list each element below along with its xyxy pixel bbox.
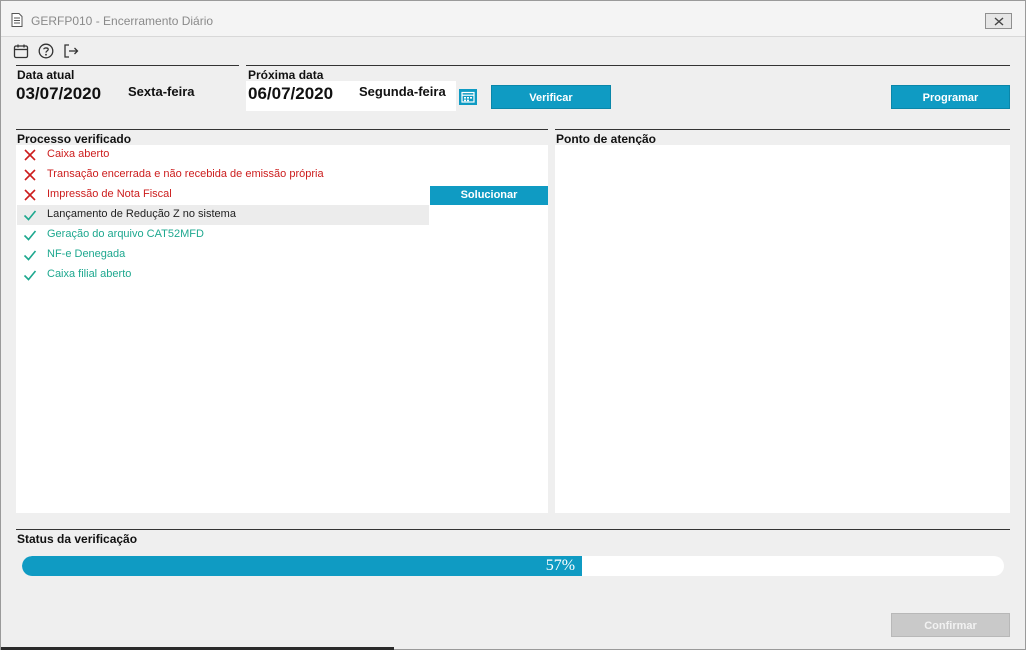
attention-panel — [555, 145, 1010, 513]
toolbar — [1, 38, 1025, 64]
close-icon — [994, 17, 1004, 26]
status-label: Status da verificação — [17, 532, 138, 546]
list-item-label: Geração do arquivo CAT52MFD — [47, 228, 204, 240]
list-item[interactable]: Lançamento de Redução Z no sistema — [17, 205, 429, 225]
next-date-label: Próxima data — [248, 68, 324, 82]
next-date-rule — [246, 65, 1010, 66]
schedule-button[interactable]: Programar — [891, 85, 1010, 109]
window-title: GERFP010 - Encerramento Diário — [31, 14, 214, 28]
confirm-button[interactable]: Confirmar — [891, 613, 1010, 637]
document-icon — [11, 13, 23, 27]
progress-text: 57% — [545, 557, 576, 574]
calendar-icon[interactable] — [13, 43, 29, 59]
next-day-name: Segunda-feira — [359, 84, 446, 99]
help-icon[interactable] — [38, 43, 54, 59]
title-bar: GERFP010 - Encerramento Diário — [1, 1, 1025, 37]
list-item[interactable]: NF-e Denegada — [17, 245, 429, 265]
attention-label: Ponto de atenção — [556, 132, 657, 146]
verify-button[interactable]: Verificar — [491, 85, 611, 109]
error-x-icon — [24, 169, 36, 181]
process-rule — [16, 129, 548, 130]
main-window: GERFP010 - Encerramento Diário Data atua… — [0, 0, 1026, 650]
current-date-label: Data atual — [17, 68, 75, 82]
next-date-value: 06/07/2020 — [248, 84, 334, 103]
attention-rule — [555, 129, 1010, 130]
list-item-label: NF-e Denegada — [47, 248, 126, 260]
list-item[interactable]: Impressão de Nota Fiscal — [17, 185, 429, 205]
status-rule — [16, 529, 1010, 530]
progress-fill — [22, 556, 582, 576]
progress-bar: 57% — [22, 556, 1004, 576]
check-icon — [23, 270, 37, 281]
list-item[interactable]: Geração do arquivo CAT52MFD — [17, 225, 429, 245]
check-icon — [23, 250, 37, 261]
list-item[interactable]: Caixa filial aberto — [17, 265, 429, 285]
current-day-name: Sexta-feira — [128, 84, 195, 99]
list-item[interactable]: Transação encerrada e não recebida de em… — [17, 165, 429, 185]
next-date-field[interactable]: 06/07/2020 Segunda-feira — [246, 81, 456, 111]
current-date-rule — [16, 65, 239, 66]
check-icon — [23, 230, 37, 241]
error-x-icon — [24, 189, 36, 201]
check-icon — [23, 210, 37, 221]
list-item[interactable]: Caixa aberto — [17, 145, 429, 165]
current-date-value: 03/07/2020 — [16, 84, 102, 103]
list-item-label: Impressão de Nota Fiscal — [47, 188, 172, 200]
process-label: Processo verificado — [17, 132, 132, 146]
list-item-label: Caixa aberto — [47, 148, 110, 160]
close-button[interactable] — [985, 13, 1012, 29]
date-picker-icon[interactable] — [459, 89, 477, 105]
solve-button[interactable]: Solucionar — [430, 186, 548, 205]
error-x-icon — [24, 149, 36, 161]
exit-icon[interactable] — [63, 43, 79, 59]
list-item-label: Lançamento de Redução Z no sistema — [47, 208, 236, 220]
list-item-label: Transação encerrada e não recebida de em… — [47, 168, 324, 180]
list-item-label: Caixa filial aberto — [47, 268, 132, 280]
